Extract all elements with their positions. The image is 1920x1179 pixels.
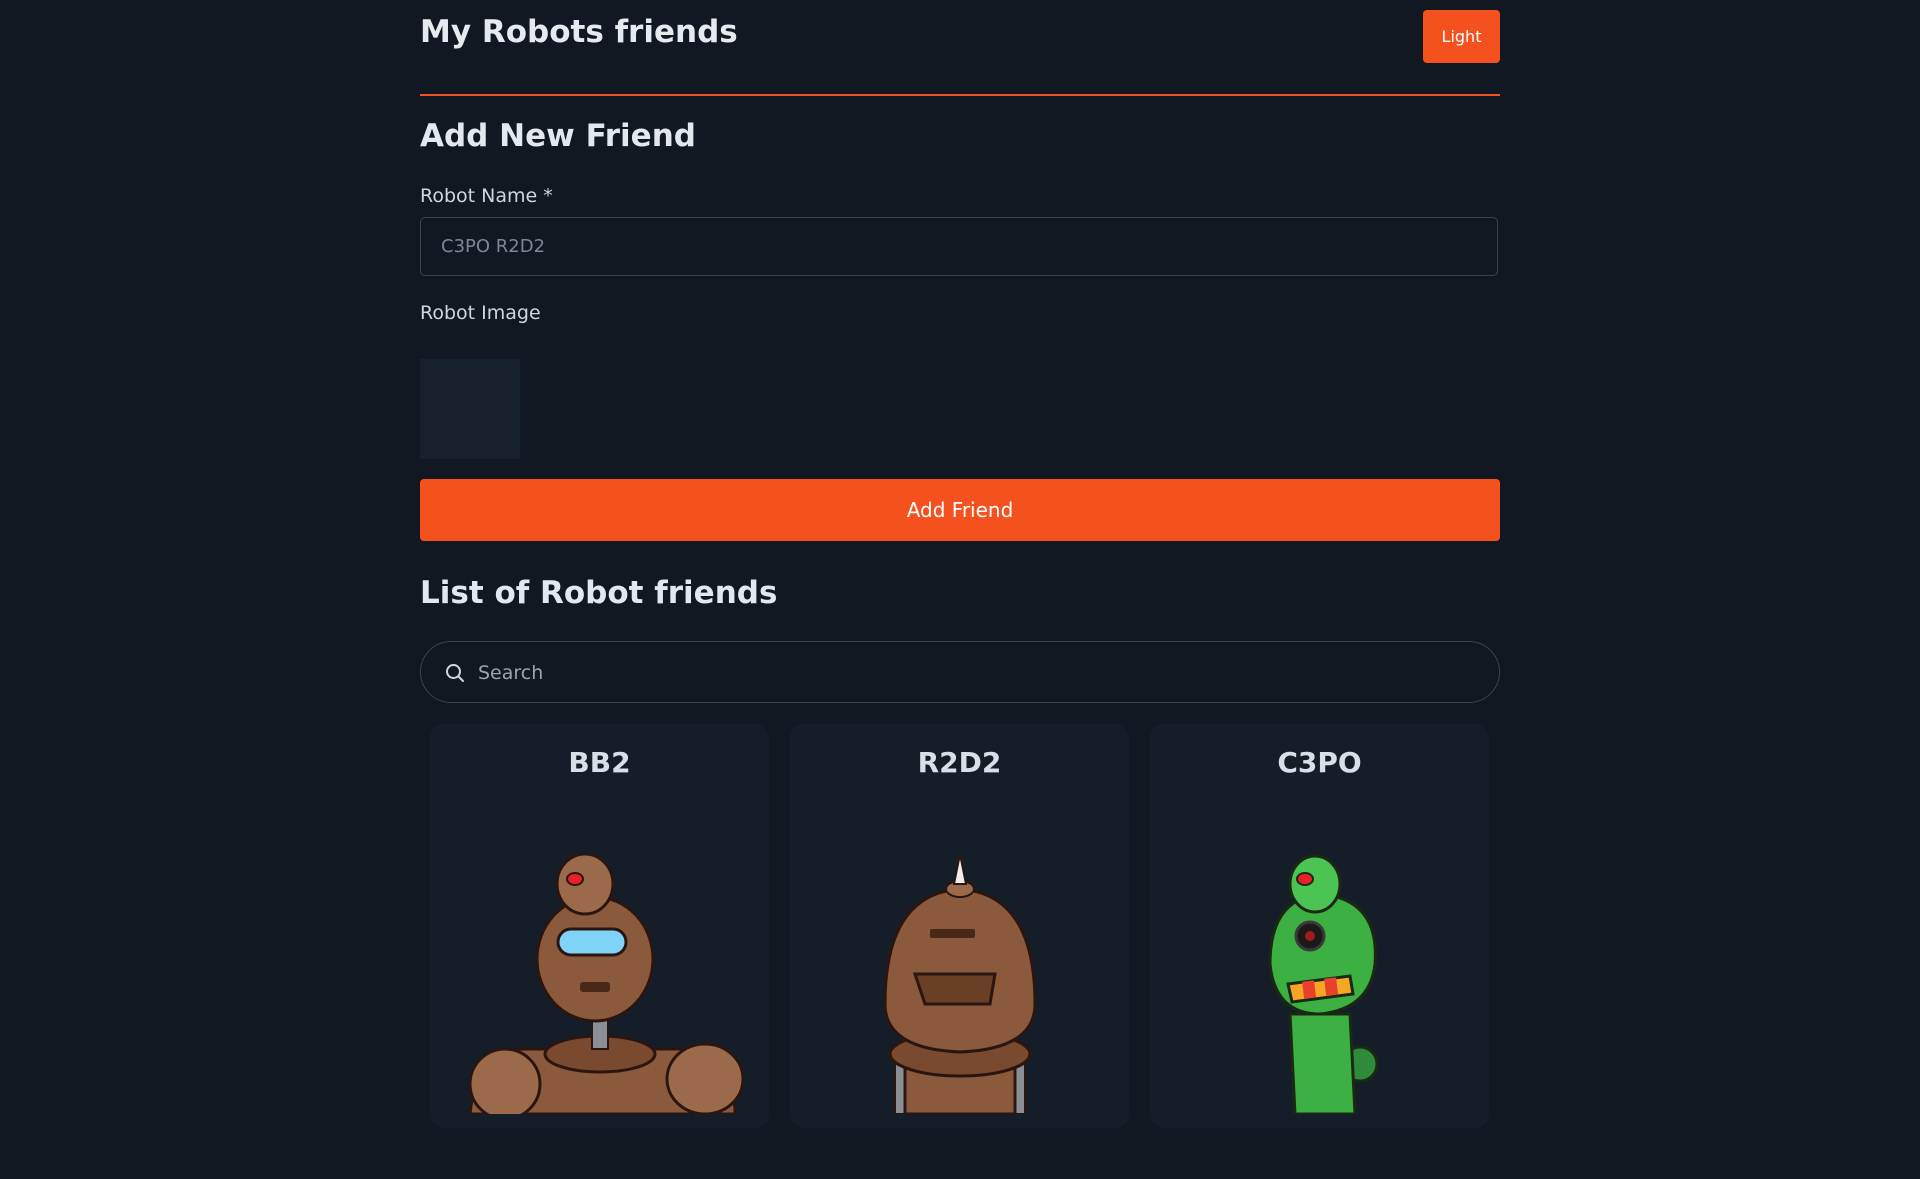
add-friend-title: Add New Friend bbox=[420, 118, 696, 154]
app-title: My Robots friends bbox=[420, 14, 738, 50]
robot-card-r2d2[interactable]: R2D2 bbox=[790, 724, 1129, 1128]
robot-list-title: List of Robot friends bbox=[420, 575, 778, 611]
search-box[interactable] bbox=[420, 641, 1500, 704]
robot-r2d2-image bbox=[883, 854, 1037, 1114]
robot-card-name: BB2 bbox=[568, 746, 631, 779]
robot-name-input[interactable] bbox=[420, 217, 1498, 276]
add-friend-button[interactable]: Add Friend bbox=[420, 479, 1500, 541]
robot-bb2-image bbox=[468, 854, 745, 1114]
search-input[interactable] bbox=[476, 642, 1480, 704]
search-icon bbox=[446, 664, 464, 682]
robot-image-picker[interactable] bbox=[420, 359, 520, 459]
header: My Robots friends Light bbox=[420, 0, 1500, 96]
robot-card-c3po[interactable]: C3PO bbox=[1150, 724, 1489, 1128]
robot-c3po-image bbox=[1268, 854, 1379, 1114]
robot-card-name: C3PO bbox=[1277, 746, 1362, 779]
app-container: My Robots friends Light Add New Friend R… bbox=[420, 0, 1500, 1128]
robot-card-name: R2D2 bbox=[917, 746, 1002, 779]
robot-name-label: Robot Name * bbox=[420, 185, 553, 207]
theme-toggle-button[interactable]: Light bbox=[1423, 10, 1500, 63]
robot-image-label: Robot Image bbox=[420, 302, 541, 324]
robot-card-bb2[interactable]: BB2 bbox=[430, 724, 769, 1128]
